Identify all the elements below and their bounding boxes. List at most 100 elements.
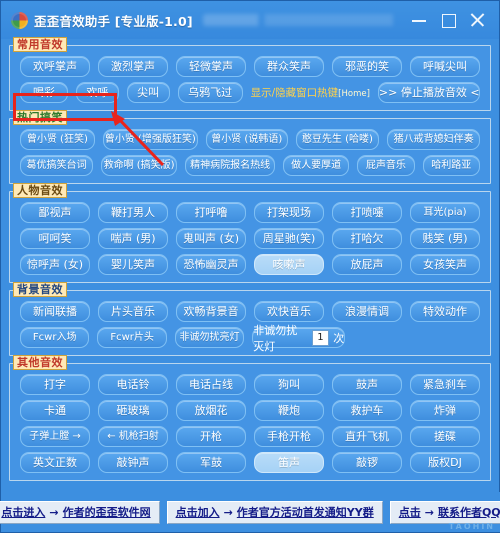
footer-button-contact-qq-lead: 点击 bbox=[398, 505, 421, 519]
sound-button-shout-scream[interactable]: 呼喊尖叫 bbox=[410, 56, 480, 77]
sound-button-cheer-applause[interactable]: 欢呼掌声 bbox=[20, 56, 90, 77]
sound-button-cheerful-music[interactable]: 欢快音乐 bbox=[254, 301, 324, 322]
sound-button-sneeze[interactable]: 打喷嚏 bbox=[332, 202, 402, 223]
sound-button-zengxiaoxian-laugh[interactable]: 曾小贤 (狂笑) bbox=[20, 129, 95, 150]
sound-button-drum[interactable]: 鼓声 bbox=[332, 374, 402, 395]
sound-button-special-action[interactable]: 特效动作 bbox=[410, 301, 480, 322]
sound-button-pant-male[interactable]: 喘声 (男) bbox=[98, 228, 168, 249]
sound-button-zhubajie-theme[interactable]: 猪八戒背媳妇伴奏 bbox=[387, 129, 481, 150]
sound-button-bullet-load[interactable]: 子弹上膛 → bbox=[20, 426, 90, 447]
sound-button-flute[interactable]: 笛声 bbox=[254, 452, 324, 473]
sound-button-phone-ring[interactable]: 电话铃 bbox=[98, 374, 168, 395]
sound-button-news-broadcast[interactable]: 新闻联播 bbox=[20, 301, 90, 322]
sound-button-mr-bean-hello[interactable]: 憨豆先生 (哈喽) bbox=[295, 129, 380, 150]
fcwr-light-off-control[interactable]: 非诚勿扰灭灯 1 次 bbox=[252, 324, 346, 353]
group-label-character: 人物音效 bbox=[13, 183, 67, 198]
sound-button-zengxiaoxian-enhanced-laugh[interactable]: 曾小贤 (增强版狂笑) bbox=[102, 129, 198, 150]
sound-button-gong[interactable]: 敲锣 bbox=[332, 452, 402, 473]
arrow-right-icon: → bbox=[424, 505, 434, 519]
title-bar: 歪歪音效助手 [专业版-1.0] bbox=[1, 1, 499, 39]
sound-button-contempt[interactable]: 鄙视声 bbox=[20, 202, 90, 223]
sound-button-gunshot[interactable]: 开枪 bbox=[176, 426, 246, 447]
sound-button-bell-chime[interactable]: 敲钟声 bbox=[98, 452, 168, 473]
sound-button-whip-man[interactable]: 鞭打男人 bbox=[98, 202, 168, 223]
sound-button-applaud[interactable]: 喝彩 bbox=[20, 82, 68, 103]
sound-button-cough[interactable]: 咳嗽声 bbox=[254, 254, 324, 275]
footer-button-contact-qq[interactable]: 点击 → 联系作者QQ bbox=[389, 500, 500, 524]
fcwr-light-off-count-input[interactable]: 1 bbox=[311, 329, 330, 346]
sound-button-typing[interactable]: 打字 bbox=[20, 374, 90, 395]
other-row-2: 卡通 砸玻璃 放烟花 鞭炮 救护车 炸弹 bbox=[16, 400, 484, 421]
sound-button-evil-laugh[interactable]: 邪恶的笑 bbox=[332, 56, 402, 77]
sound-button-snore[interactable]: 打呼噜 bbox=[176, 202, 246, 223]
sound-button-bomb[interactable]: 炸弹 bbox=[410, 400, 480, 421]
sound-button-break-glass[interactable]: 砸玻璃 bbox=[98, 400, 168, 421]
sound-button-military-drum[interactable]: 军鼓 bbox=[176, 452, 246, 473]
sound-button-ambulance[interactable]: 救护车 bbox=[332, 400, 402, 421]
sound-button-be-honest[interactable]: 做人要厚道 bbox=[283, 155, 350, 176]
footer-button-author-site[interactable]: 点击进入 → 作者的歪歪软件网 bbox=[0, 500, 160, 524]
sound-button-intense-applause[interactable]: 激烈掌声 bbox=[98, 56, 168, 77]
watermark: TAOHIN bbox=[448, 522, 495, 531]
sound-button-fart[interactable]: 放屁声 bbox=[332, 254, 402, 275]
sound-button-cheer[interactable]: 欢呼 bbox=[75, 82, 119, 103]
minimize-icon[interactable] bbox=[411, 12, 427, 28]
sound-button-zengxiaoxian-korean[interactable]: 曾小贤 (说韩语) bbox=[205, 129, 288, 150]
sound-button-opening-music[interactable]: 片头音乐 bbox=[98, 301, 168, 322]
sound-button-crowd-laugh[interactable]: 群众笑声 bbox=[254, 56, 324, 77]
sound-button-fart-music[interactable]: 屁声音乐 bbox=[357, 155, 415, 176]
sound-button-light-applause[interactable]: 轻微掌声 bbox=[176, 56, 246, 77]
sound-button-slap-pia[interactable]: 耳光(pia) bbox=[410, 202, 480, 223]
sound-button-fireworks[interactable]: 放烟花 bbox=[176, 400, 246, 421]
sound-button-hallelujah[interactable]: 哈利路亚 bbox=[422, 155, 480, 176]
sound-button-stephen-chow-laugh[interactable]: 周星驰(笑) bbox=[254, 228, 324, 249]
popular-row-2: 葛优搞笑台词 救命啊 (搞笑版) 精神病院报名热线 做人要厚道 屁声音乐 哈利路… bbox=[16, 155, 484, 176]
sound-button-firecracker[interactable]: 鞭炮 bbox=[254, 400, 324, 421]
sound-button-dog-bark[interactable]: 狗叫 bbox=[254, 374, 324, 395]
arrow-right-icon: → bbox=[49, 505, 59, 519]
other-row-3: 子弹上膛 → ← 机枪扫射 开枪 手枪开枪 直升飞机 搓碟 bbox=[16, 426, 484, 447]
sound-button-hehe-laugh[interactable]: 呵呵笑 bbox=[20, 228, 90, 249]
character-row-2: 呵呵笑 喘声 (男) 鬼叫声 (女) 周星驰(笑) 打哈欠 贱笑 (男) bbox=[16, 228, 484, 249]
sound-button-machinegun-sweep[interactable]: ← 机枪扫射 bbox=[98, 426, 168, 447]
sound-button-ghost-scream-female[interactable]: 鬼叫声 (女) bbox=[176, 228, 246, 249]
title-bar-blurred-area bbox=[202, 14, 401, 26]
sound-button-english-countdown[interactable]: 英文正数 bbox=[20, 452, 90, 473]
sound-button-fight-scene[interactable]: 打架现场 bbox=[254, 202, 324, 223]
sound-button-horror-ghost[interactable]: 恐怖幽灵声 bbox=[176, 254, 246, 275]
sound-button-emergency-brake[interactable]: 紧急刹车 bbox=[410, 374, 480, 395]
footer-button-contact-qq-text: 联系作者QQ bbox=[437, 505, 500, 519]
sound-button-crow-flyby[interactable]: 乌鸦飞过 bbox=[177, 82, 243, 103]
sound-button-girl-laugh[interactable]: 女孩笑声 bbox=[410, 254, 480, 275]
sound-button-geyou-lines[interactable]: 葛优搞笑台词 bbox=[20, 155, 93, 176]
sound-button-help-funny[interactable]: 救命啊 (搞笑版) bbox=[100, 155, 178, 176]
sound-button-helicopter[interactable]: 直升飞机 bbox=[332, 426, 402, 447]
sound-button-fcwr-entrance[interactable]: Fcwr入场 bbox=[20, 327, 90, 348]
sound-button-baby-laugh[interactable]: 婴儿笑声 bbox=[98, 254, 168, 275]
sound-button-startled-cry-female[interactable]: 惊呼声 (女) bbox=[20, 254, 90, 275]
footer-button-author-site-lead: 点击进入 bbox=[1, 505, 46, 519]
sound-button-pistol-shot[interactable]: 手枪开枪 bbox=[254, 426, 324, 447]
sound-button-joyful-bgm[interactable]: 欢畅背景音 bbox=[176, 301, 246, 322]
hotkey-hint-label: 显示/隐藏窗口热键 bbox=[250, 87, 339, 99]
sound-button-phone-busy[interactable]: 电话占线 bbox=[176, 374, 246, 395]
sound-button-scratch-disc[interactable]: 搓碟 bbox=[410, 426, 480, 447]
sound-button-yawn[interactable]: 打哈欠 bbox=[332, 228, 402, 249]
popular-row-1: 曾小贤 (狂笑) 曾小贤 (增强版狂笑) 曾小贤 (说韩语) 憨豆先生 (哈喽)… bbox=[16, 129, 484, 150]
sound-button-fcwr-opening[interactable]: Fcwr片头 bbox=[97, 327, 167, 348]
sound-button-romantic-mood[interactable]: 浪漫情调 bbox=[332, 301, 402, 322]
main-content: 常用音效 欢呼掌声 激烈掌声 轻微掌声 群众笑声 邪恶的笑 呼喊尖叫 喝彩 欢呼… bbox=[1, 37, 499, 528]
sound-button-fcwr-light-on[interactable]: 非诚勿扰亮灯 bbox=[174, 327, 245, 348]
window-title: 歪歪音效助手 [专业版-1.0] bbox=[34, 13, 193, 29]
close-icon[interactable] bbox=[469, 12, 485, 28]
maximize-icon[interactable] bbox=[440, 12, 456, 28]
common-row-1: 欢呼掌声 激烈掌声 轻微掌声 群众笑声 邪恶的笑 呼喊尖叫 bbox=[16, 56, 484, 77]
footer-button-join-yy-group[interactable]: 点击加入 → 作者官方活动首发通知YY群 bbox=[166, 500, 383, 524]
sound-button-copyright-dj[interactable]: 版权DJ bbox=[410, 452, 480, 473]
sound-button-sleazy-laugh-male[interactable]: 贱笑 (男) bbox=[410, 228, 480, 249]
sound-button-cartoon[interactable]: 卡通 bbox=[20, 400, 90, 421]
stop-playback-button[interactable]: >> 停止播放音效 << bbox=[377, 82, 481, 103]
group-popular-funny: 热门搞笑 曾小贤 (狂笑) 曾小贤 (增强版狂笑) 曾小贤 (说韩语) 憨豆先生… bbox=[9, 110, 491, 184]
sound-button-asylum-hotline[interactable]: 精神病院报名热线 bbox=[185, 155, 276, 176]
sound-button-scream[interactable]: 尖叫 bbox=[126, 82, 170, 103]
